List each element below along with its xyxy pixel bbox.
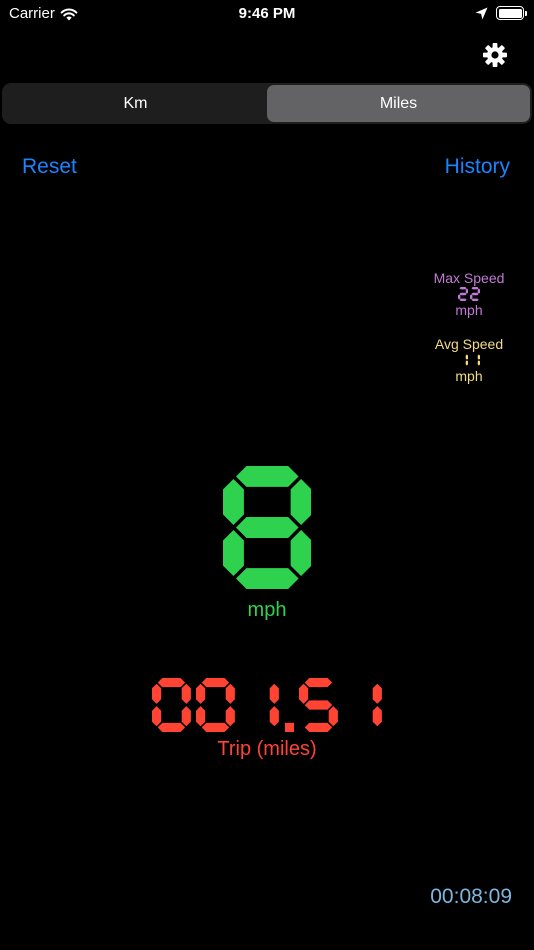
decimal-point [284,722,294,732]
status-right-icons [475,6,527,20]
segment-d [235,568,299,589]
segment-e [196,706,206,727]
segment-a [459,287,467,290]
trip-distance-value [0,678,534,732]
battery-level [498,8,522,18]
segment-miles[interactable]: Miles [267,85,530,122]
seg-digit-1 [477,354,480,366]
segment-a [304,678,333,688]
max-speed-stat: Max Speed mph [414,271,524,318]
segment-b [465,288,469,294]
segment-c [269,706,280,727]
segment-km[interactable]: Km [4,85,267,122]
seg-digit-1 [196,678,235,732]
segment-b [373,683,383,704]
segment-f [222,478,244,525]
gear-icon [483,43,507,67]
segment-f [196,683,206,704]
segment-g [471,292,479,296]
segment-e [458,294,461,300]
segment-c [181,706,191,727]
segment-d [157,722,185,732]
segment-c [328,706,338,727]
segment-b [181,683,191,704]
reset-button[interactable]: Reset [22,155,77,179]
seg-digit-2 [269,683,280,727]
segment-e [222,530,244,577]
elapsed-timer: 00:08:09 [430,885,512,908]
current-speed-value [222,466,312,589]
max-speed-label: Max Speed [433,270,505,286]
seg-digit-0 [458,287,469,301]
avg-speed-value [414,353,524,367]
seg-digit-5 [373,683,383,727]
speedometer-screen: Carrier 9:46 PM Km Miles Reset History M… [0,0,534,950]
segment-c [290,530,312,577]
segment-g [235,517,299,538]
avg-speed-stat: Avg Speed mph [414,337,524,384]
segment-b [477,288,480,294]
segment-f [151,683,161,704]
avg-speed-label: Avg Speed [434,336,504,352]
seg-digit-0 [222,466,312,589]
segment-a [235,466,299,487]
segment-a [471,287,479,290]
segment-d [304,722,333,732]
segment-b [477,354,480,360]
location-arrow-icon [475,7,488,19]
segment-b [465,354,469,360]
segment-c [225,706,235,727]
segment-f [299,683,309,704]
segment-c [373,706,383,727]
segment-c [477,360,480,366]
segment-b [290,478,312,525]
settings-button[interactable] [482,42,508,68]
seg-digit-1 [469,287,480,301]
segment-km-label: Km [123,94,148,112]
segment-g [304,700,333,710]
segment-e [469,294,473,300]
segment-d [459,298,467,301]
avg-speed-unit: mph [455,368,483,384]
trip-label: Trip (miles) [217,738,317,760]
history-button[interactable]: History [445,155,510,179]
speed-unit: mph [247,599,287,621]
segment-e [151,706,161,727]
max-speed-value [414,287,524,301]
battery-icon [496,6,527,20]
segment-a [201,678,230,688]
seg-digit-0 [465,354,469,366]
status-time: 9:46 PM [238,5,296,22]
segment-b [269,683,280,704]
status-bar: Carrier 9:46 PM [0,0,534,30]
segment-c [465,360,469,366]
segment-g [459,292,467,296]
seg-digit-0 [151,678,191,732]
segment-b [225,683,235,704]
segment-miles-label: Miles [379,94,418,112]
seg-digit-4 [299,678,338,732]
max-speed-unit: mph [455,302,483,318]
units-segmented-control: Km Miles [2,83,532,124]
segment-a [157,678,185,688]
segment-d [201,722,230,732]
segment-d [471,298,479,301]
